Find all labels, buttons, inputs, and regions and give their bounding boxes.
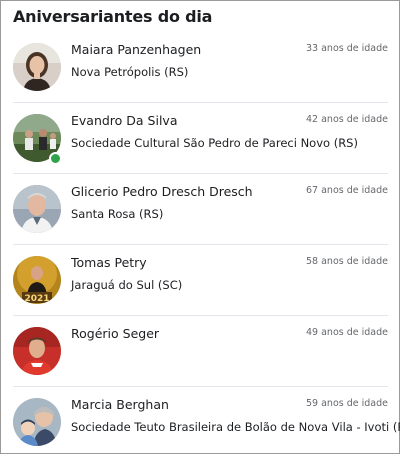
person-location: Jaraguá do Sul (SC) — [71, 278, 183, 292]
person-age: 33 anos de idade — [306, 43, 388, 54]
avatar[interactable] — [13, 398, 61, 446]
person-name[interactable]: Tomas Petry — [71, 255, 147, 270]
avatar-photo-icon: 2021 — [13, 256, 61, 304]
avatar-photo-icon — [13, 398, 61, 446]
person-age: 49 anos de idade — [306, 327, 388, 338]
list-item[interactable]: Evandro Da Silva 42 anos de idade Socied… — [13, 103, 388, 174]
avatar[interactable] — [13, 43, 61, 91]
birthday-list: Maiara Panzenhagen 33 anos de idade Nova… — [1, 32, 400, 457]
person-name[interactable]: Evandro Da Silva — [71, 113, 178, 128]
online-status-indicator — [49, 152, 62, 165]
list-item[interactable]: Marcia Berghan 59 anos de idade Sociedad… — [13, 387, 400, 457]
person-age: 59 anos de idade — [306, 398, 388, 409]
person-location: Sociedade Cultural São Pedro de Pareci N… — [71, 136, 358, 150]
person-name[interactable]: Glicerio Pedro Dresch Dresch — [71, 184, 253, 199]
person-location: Sociedade Teuto Brasileira de Bolão de N… — [71, 420, 400, 434]
person-name[interactable]: Marcia Berghan — [71, 397, 169, 412]
avatar-photo-icon — [13, 327, 61, 375]
person-age: 42 anos de idade — [306, 114, 388, 125]
list-item[interactable]: Rogério Seger 49 anos de idade — [13, 316, 388, 387]
avatar-photo-icon — [13, 185, 61, 233]
birthdays-panel: Aniversariantes do dia Maiara Panzenhage… — [0, 0, 400, 454]
person-location: Nova Petrópolis (RS) — [71, 65, 189, 79]
avatar[interactable] — [13, 185, 61, 233]
list-item[interactable]: Glicerio Pedro Dresch Dresch 67 anos de … — [13, 174, 388, 245]
person-age: 58 anos de idade — [306, 256, 388, 267]
person-name[interactable]: Rogério Seger — [71, 326, 159, 341]
avatar[interactable]: 2021 — [13, 256, 61, 304]
person-age: 67 anos de idade — [306, 185, 388, 196]
avatar-photo-icon — [13, 43, 61, 91]
person-location: Santa Rosa (RS) — [71, 207, 164, 221]
person-name[interactable]: Maiara Panzenhagen — [71, 42, 201, 57]
badge-year-text: 2021 — [24, 294, 49, 304]
panel-title: Aniversariantes do dia — [13, 7, 213, 26]
list-item[interactable]: 2021 Tomas Petry 58 anos de idade Jaragu… — [13, 245, 388, 316]
avatar[interactable] — [13, 327, 61, 375]
list-item[interactable]: Maiara Panzenhagen 33 anos de idade Nova… — [13, 32, 388, 103]
